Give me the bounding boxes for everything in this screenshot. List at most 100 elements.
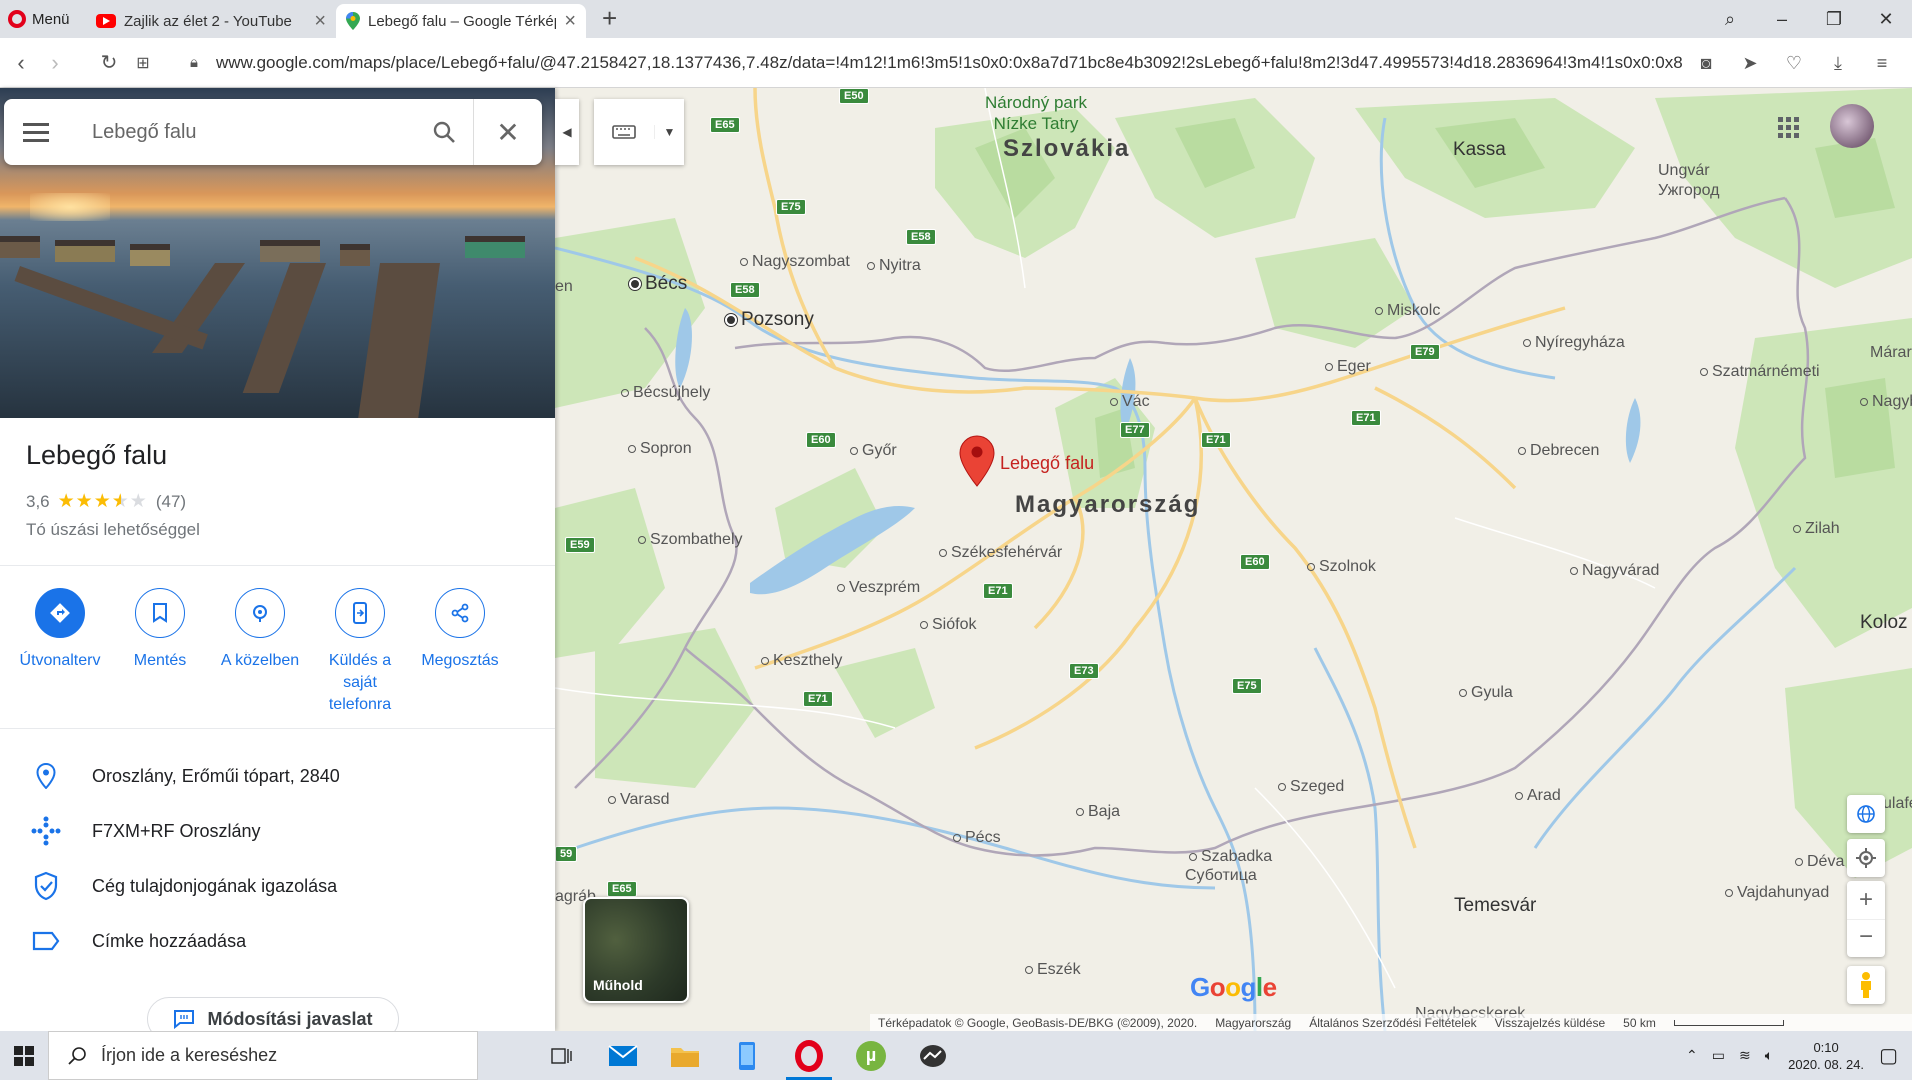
map-label-city[interactable]: Temesvár: [1454, 895, 1536, 917]
map-label-park[interactable]: Národný park Nízke Tatry: [985, 92, 1087, 134]
map-label-city[interactable]: Szolnok: [1307, 558, 1376, 576]
map-label-city[interactable]: Déva: [1795, 853, 1844, 871]
minimize-button[interactable]: –: [1756, 9, 1808, 30]
search-input[interactable]: Lebegő falu: [68, 121, 414, 144]
map-label-city[interactable]: ulafe: [1883, 795, 1912, 813]
zoom-out-button[interactable]: −: [1847, 919, 1885, 957]
map-label-city[interactable]: en: [555, 278, 573, 296]
map-label-city[interactable]: Nagyszombat: [740, 253, 850, 271]
map-label-city[interactable]: Szeged: [1278, 778, 1344, 796]
nearby-button[interactable]: A közelben: [210, 588, 310, 716]
speed-dial-icon[interactable]: ⊞: [126, 53, 160, 73]
map-label-city[interactable]: Veszprém: [837, 579, 920, 597]
map-label-city[interactable]: Ungvár: [1658, 162, 1710, 180]
map-label-city[interactable]: Pozsony: [725, 309, 814, 331]
download-icon[interactable]: ⤓: [1816, 53, 1860, 74]
map-label-city[interactable]: Vác: [1110, 393, 1150, 411]
address-row[interactable]: Oroszlány, Erőműi tópart, 2840: [0, 756, 555, 796]
map-label-city[interactable]: Vajdahunyad: [1725, 884, 1829, 902]
map-label-city[interactable]: Márar: [1870, 344, 1912, 362]
taskbar-phone-app[interactable]: [716, 1031, 778, 1080]
satellite-layer-button[interactable]: Műhold: [583, 897, 689, 1003]
map-label-city[interactable]: Ужгород: [1658, 182, 1720, 200]
start-button[interactable]: [0, 1031, 48, 1080]
send-to-phone-button[interactable]: Küldés a saját telefonra: [310, 588, 410, 716]
map-label-city[interactable]: Nyitra: [867, 257, 921, 275]
map-label-city[interactable]: Varasd: [608, 791, 670, 809]
map-label-city[interactable]: Győr: [850, 442, 897, 460]
map-canvas[interactable]: Národný park Nízke Tatry Szlovákia Magyar…: [555, 88, 1912, 1031]
place-category[interactable]: Tó úszási lehetőséggel: [26, 520, 200, 540]
input-tools-button[interactable]: ▼: [594, 99, 684, 165]
taskbar-app[interactable]: [902, 1031, 964, 1080]
plus-code-row[interactable]: F7XM+RF Oroszlány: [0, 811, 555, 851]
map-label-city[interactable]: Bécs: [629, 273, 687, 295]
map-label-city[interactable]: Pécs: [953, 829, 1001, 847]
map-label-city[interactable]: Eszék: [1025, 961, 1081, 979]
claim-business-row[interactable]: Cég tulajdonjogának igazolása: [0, 866, 555, 906]
task-view-button[interactable]: [530, 1031, 592, 1080]
region-link[interactable]: Magyarország: [1215, 1016, 1291, 1030]
clock[interactable]: 0:10 2020. 08. 24.: [1787, 1039, 1865, 1073]
map-label-city[interactable]: Gyula: [1459, 684, 1513, 702]
map-pin-label[interactable]: Lebegő falu: [1000, 453, 1094, 474]
map-label-city[interactable]: Debrecen: [1518, 442, 1599, 460]
google-apps-icon[interactable]: [1778, 117, 1799, 138]
map-label-city[interactable]: Szatmárnémeti: [1700, 363, 1820, 381]
new-tab-button[interactable]: +: [586, 0, 633, 38]
close-icon[interactable]: ✕: [474, 116, 542, 149]
map-label-city[interactable]: Kassa: [1453, 139, 1506, 161]
map-label-city[interactable]: Bécsújhely: [621, 384, 710, 402]
map-label-city[interactable]: Суботица: [1185, 867, 1257, 885]
map-label-city[interactable]: Sopron: [628, 440, 692, 458]
wifi-icon[interactable]: ≋: [1739, 1047, 1751, 1064]
collapse-panel-button[interactable]: ◀: [555, 99, 579, 165]
close-window-button[interactable]: ✕: [1860, 9, 1912, 30]
volume-icon[interactable]: 🔈︎: [1765, 1047, 1773, 1064]
taskbar-mail[interactable]: [592, 1031, 654, 1080]
map-label-city[interactable]: Nagybán: [1860, 393, 1912, 411]
close-icon[interactable]: ×: [564, 10, 576, 33]
suggest-edit-button[interactable]: Módosítási javaslat: [147, 997, 399, 1031]
chevron-up-icon[interactable]: ⌃: [1686, 1047, 1698, 1064]
taskbar-search-box[interactable]: Írjon ide a kereséshez: [48, 1031, 478, 1080]
map-label-city[interactable]: Szombathely: [638, 531, 743, 549]
zoom-in-button[interactable]: +: [1859, 881, 1873, 919]
notifications-icon[interactable]: ▢: [1879, 1043, 1898, 1068]
reload-button[interactable]: ↻: [92, 50, 126, 75]
my-location-button[interactable]: [1847, 839, 1885, 877]
map-label-city[interactable]: Székesfehérvár: [939, 544, 1062, 562]
map-label-city[interactable]: Keszthely: [761, 652, 842, 670]
taskbar-file-explorer[interactable]: [654, 1031, 716, 1080]
map-label-city[interactable]: Eger: [1325, 358, 1371, 376]
map-label-city[interactable]: Zilah: [1793, 520, 1840, 538]
battery-icon[interactable]: ▭: [1712, 1047, 1725, 1064]
snapshot-icon[interactable]: ◙: [1684, 53, 1728, 74]
scale-label[interactable]: 50 km: [1623, 1016, 1656, 1030]
taskbar-opera[interactable]: [778, 1031, 840, 1080]
avatar[interactable]: [1830, 104, 1874, 148]
back-button[interactable]: ‹: [4, 50, 38, 76]
tab-google-maps[interactable]: Lebegő falu – Google Térkép ×: [336, 4, 586, 38]
maximize-button[interactable]: ❐: [1808, 9, 1860, 30]
terms-link[interactable]: Általános Szerződési Feltételek: [1309, 1016, 1476, 1030]
review-count[interactable]: (47): [156, 492, 186, 512]
share-button[interactable]: Megosztás: [410, 588, 510, 716]
map-label-city[interactable]: Miskolc: [1375, 302, 1440, 320]
close-icon[interactable]: ×: [314, 10, 326, 33]
directions-button[interactable]: Útvonalterv: [10, 588, 110, 716]
map-label-country[interactable]: Szlovákia: [1003, 135, 1130, 163]
url-field[interactable]: www.google.com/maps/place/Lebegő+falu/@4…: [216, 53, 1716, 73]
map-label-city[interactable]: Arad: [1515, 787, 1561, 805]
map-label-city[interactable]: Nyíregyháza: [1523, 334, 1625, 352]
forward-button[interactable]: ›: [38, 50, 72, 76]
globe-view-button[interactable]: [1847, 795, 1885, 833]
search-tabs-icon[interactable]: ⌕: [1704, 9, 1756, 30]
chevron-down-icon[interactable]: ▼: [654, 125, 684, 139]
map-label-city[interactable]: Baja: [1076, 803, 1120, 821]
opera-menu-button[interactable]: Menü: [0, 0, 86, 38]
easy-setup-icon[interactable]: ≡: [1860, 53, 1904, 74]
tab-youtube[interactable]: Zajlik az élet 2 - YouTube ×: [86, 4, 336, 38]
feedback-link[interactable]: Visszajelzés küldése: [1495, 1016, 1606, 1030]
map-label-city[interactable]: Siófok: [920, 616, 976, 634]
